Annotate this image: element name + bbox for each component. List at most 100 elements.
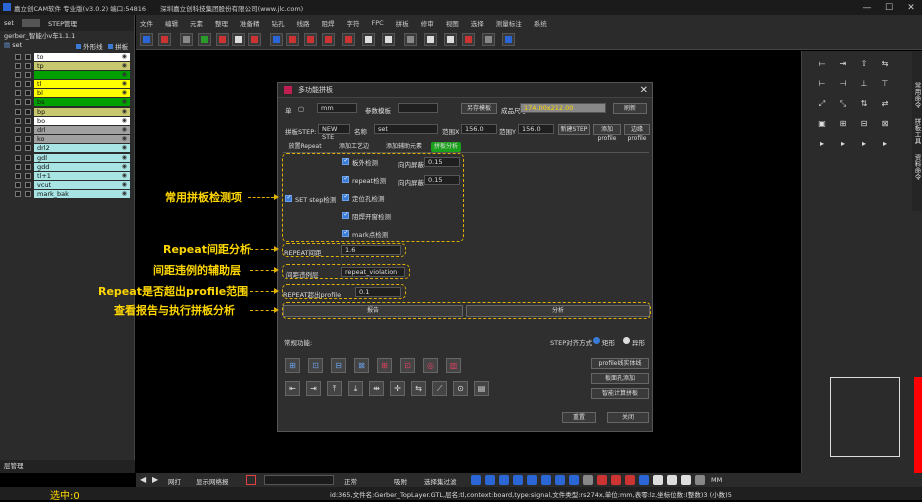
align-icon[interactable]: ⇥	[306, 381, 321, 396]
align-icon[interactable]: ⤓	[348, 381, 363, 396]
eye-icon[interactable]: ◉	[122, 53, 127, 61]
layer-row[interactable]: gdd ◉	[0, 162, 134, 171]
range-x-input[interactable]: 156.0	[461, 124, 497, 134]
layer-bar[interactable]: gdl ◉	[34, 153, 130, 162]
layer-bar[interactable]: tl ◉	[34, 80, 130, 89]
layer-row[interactable]: mark_bak ◉	[0, 190, 134, 199]
layer-bar[interactable]: drl ◉	[34, 126, 130, 134]
bottom-tool-icon[interactable]	[597, 475, 607, 485]
layer-select-check[interactable]	[25, 71, 31, 78]
layer-select-check[interactable]	[25, 163, 31, 170]
tab-set-box[interactable]	[21, 19, 40, 27]
eye-icon[interactable]: ◉	[122, 98, 127, 106]
command-icon[interactable]: ⊟	[858, 118, 870, 130]
netlist-input[interactable]	[264, 475, 334, 485]
toolbar-tool-icon[interactable]	[382, 33, 395, 46]
eye-icon[interactable]: ◉	[122, 144, 127, 152]
layer-row[interactable]: bl ◉	[0, 89, 134, 98]
layer-visible-check[interactable]	[15, 62, 21, 69]
command-icon[interactable]: ▣	[816, 118, 828, 130]
layer-bar[interactable]: mark_bak ◉	[34, 190, 130, 199]
layer-select-check[interactable]	[25, 154, 31, 161]
layer-select-check[interactable]	[25, 136, 31, 143]
menu-item[interactable]: 视图	[446, 18, 459, 28]
command-icon[interactable]: ⊤	[879, 78, 891, 90]
align-icon[interactable]: ▤	[474, 381, 489, 396]
layer-visible-check[interactable]	[15, 154, 21, 161]
align-rect-radio[interactable]	[593, 337, 600, 344]
align-icon[interactable]: ⇤	[285, 381, 300, 396]
layer-visible-check[interactable]	[15, 191, 21, 198]
command-icon[interactable]: ▸	[816, 138, 828, 150]
command-icon[interactable]: ⇄	[879, 98, 891, 110]
outline-check[interactable]: 外形线	[76, 41, 103, 51]
command-icon[interactable]: ⊥	[858, 78, 870, 90]
dialog-close-icon[interactable]: ✕	[640, 85, 648, 96]
layer-visible-check[interactable]	[15, 99, 21, 106]
menu-item[interactable]: 元素	[190, 18, 203, 28]
add-profile-button[interactable]: 添加profile	[593, 124, 621, 142]
layer-bar[interactable]: gdd ◉	[34, 162, 130, 171]
function-icon[interactable]: ⊞	[285, 358, 300, 373]
eye-icon[interactable]: ◉	[122, 126, 127, 134]
eye-icon[interactable]: ◉	[122, 71, 127, 79]
eye-icon[interactable]: ◉	[122, 108, 127, 116]
bottom-tool-icon[interactable]	[485, 475, 495, 485]
align-icon[interactable]: ⟋	[432, 381, 447, 396]
eye-icon[interactable]: ◉	[122, 181, 127, 189]
command-icon[interactable]: ⊠	[879, 118, 891, 130]
menu-item[interactable]: 测量标注	[496, 18, 522, 28]
layer-select-check[interactable]	[25, 145, 31, 152]
eye-icon[interactable]: ◉	[122, 80, 127, 88]
layer-select-check[interactable]	[25, 99, 31, 106]
toolbar-tool-icon[interactable]	[198, 33, 211, 46]
range-y-input[interactable]: 156.0	[518, 124, 554, 134]
align-icon[interactable]: ✛	[390, 381, 405, 396]
command-icon[interactable]: ⊞	[837, 118, 849, 130]
close-icon[interactable]: ✕	[900, 0, 922, 15]
tab-3[interactable]: 拼板分析	[431, 142, 461, 152]
toolbar-tool-icon[interactable]	[404, 33, 417, 46]
layer-visible-check[interactable]	[15, 127, 21, 133]
eye-icon[interactable]: ◉	[122, 190, 127, 198]
command-icon[interactable]: ⤢	[816, 98, 828, 110]
function-icon[interactable]: ⊡	[308, 358, 323, 373]
refresh-button[interactable]: 刷新	[613, 103, 647, 114]
layer-select-check[interactable]	[25, 53, 31, 60]
eye-icon[interactable]: ◉	[122, 163, 127, 171]
toolbar-tool-icon[interactable]	[180, 33, 193, 46]
layer-row[interactable]: bo ◉	[0, 116, 134, 125]
bottom-tool-icon[interactable]	[555, 475, 565, 485]
layer-row[interactable]: tp ◉	[0, 61, 134, 70]
close-button[interactable]: 关闭	[607, 412, 649, 423]
mode2-select[interactable]: 正常	[344, 476, 357, 486]
next-icon[interactable]: ▶	[152, 475, 158, 484]
menu-item[interactable]: FPC	[372, 19, 384, 27]
menu-item[interactable]: 拼板	[396, 18, 409, 28]
bottom-tool-icon[interactable]	[695, 475, 705, 485]
minimize-icon[interactable]: —	[856, 0, 878, 15]
toolbar-tool-icon[interactable]	[158, 33, 171, 46]
command-icon[interactable]: ⇧	[858, 58, 870, 70]
toolbar-tool-icon[interactable]	[502, 33, 515, 46]
layer-visible-check[interactable]	[15, 182, 21, 189]
layer-select-check[interactable]	[25, 90, 31, 97]
layer-visible-check[interactable]	[15, 81, 21, 88]
eye-icon[interactable]: ◉	[122, 117, 127, 125]
bottom-tool-icon[interactable]	[583, 475, 593, 485]
layer-row[interactable]: tl ◉	[0, 80, 134, 89]
layer-bar[interactable]: bl ◉	[34, 89, 130, 98]
align-icon[interactable]: ⇆	[411, 381, 426, 396]
tab-0[interactable]: 放置Repeat	[283, 142, 327, 152]
tab-2[interactable]: 添加辅助元素	[381, 142, 427, 152]
bottom-tool-icon[interactable]	[639, 475, 649, 485]
mode-select[interactable]: 网打	[168, 476, 181, 486]
eye-icon[interactable]: ◉	[122, 154, 127, 162]
layer-select-check[interactable]	[25, 62, 31, 69]
layer-bar[interactable]: bs ◉	[34, 98, 130, 107]
layer-visible-check[interactable]	[15, 108, 21, 115]
toolbar-tool-icon[interactable]	[270, 33, 283, 46]
command-icon[interactable]: ▸	[858, 138, 870, 150]
toolbar-tool-icon[interactable]	[248, 33, 261, 46]
toolbar-tool-icon[interactable]	[140, 33, 153, 46]
